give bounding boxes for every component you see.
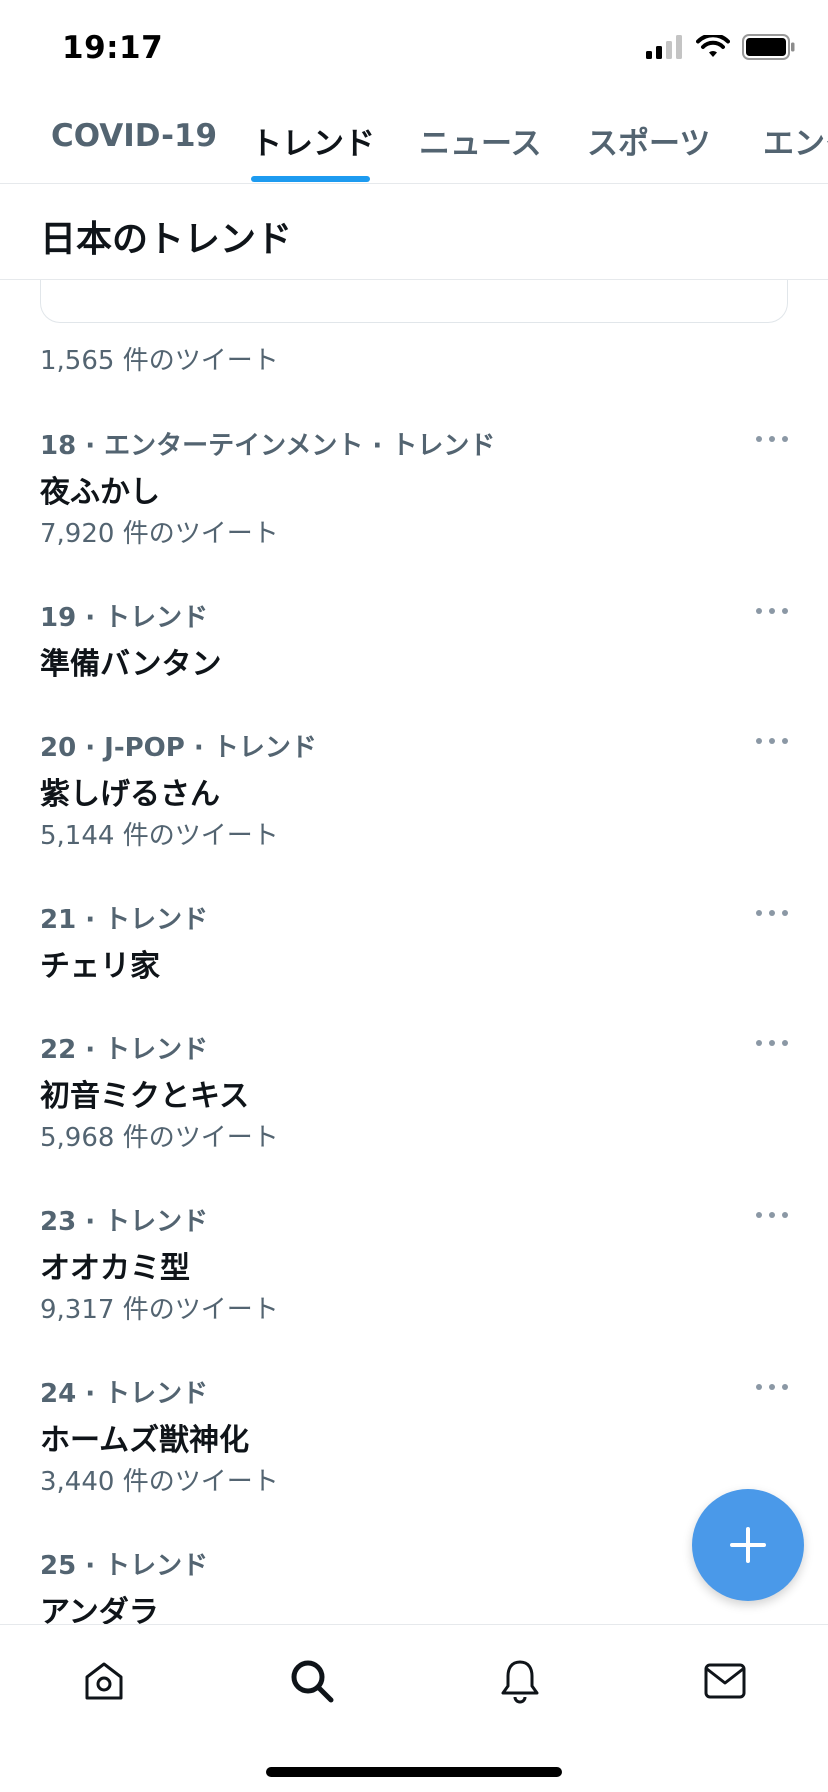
battery-icon [742, 34, 795, 60]
nav-messages[interactable] [695, 1651, 755, 1711]
status-time: 19:17 [62, 30, 164, 66]
more-options-icon[interactable] [756, 1033, 788, 1053]
trend-tweet-count: 9,317 件のツイート [40, 1295, 279, 1325]
trend-name: 初音ミクとキス [40, 1079, 250, 1114]
trend-meta: 21 · トレンド [40, 905, 209, 935]
status-icons [646, 34, 796, 60]
tab-news[interactable]: ニュース [419, 118, 541, 163]
bottom-navigation [0, 1624, 828, 1792]
trend-name: オオカミ型 [40, 1251, 190, 1286]
trend-meta: 22 · トレンド [40, 1035, 209, 1065]
trend-tweet-count: 5,968 件のツイート [40, 1123, 279, 1153]
trend-meta: 23 · トレンド [40, 1207, 209, 1237]
section-header: 日本のトレンド [0, 184, 828, 280]
trend-name: 夜ふかし [40, 475, 160, 510]
trend-list[interactable]: 1,565 件のツイート 18 · エンターテインメント · トレンド 夜ふかし… [0, 280, 828, 1624]
home-indicator [266, 1767, 562, 1777]
trend-tweet-count: 5,144 件のツイート [40, 821, 279, 851]
trend-tweet-count: 1,565 件のツイート [40, 346, 279, 376]
trend-tweet-count: 7,920 件のツイート [40, 519, 279, 549]
home-icon [85, 1662, 123, 1700]
trend-meta: 19 · トレンド [40, 603, 209, 633]
trend-name: 準備バンタン [40, 647, 222, 682]
nav-search[interactable] [282, 1651, 342, 1711]
more-options-icon[interactable] [756, 1205, 788, 1225]
trend-name: 紫しげるさん [40, 777, 220, 812]
explore-tabs: COVID-19 トレンド ニュース スポーツ エンタ [0, 96, 828, 184]
tab-sports[interactable]: スポーツ [587, 118, 710, 163]
tab-covid19[interactable]: COVID-19 [51, 118, 217, 154]
search-icon [291, 1660, 334, 1703]
trend-meta: 25 · トレンド [40, 1551, 209, 1581]
wifi-icon [696, 35, 730, 57]
trend-tweet-count: 3,440 件のツイート [40, 1467, 279, 1497]
trend-name: アンダラ [40, 1595, 159, 1624]
more-options-icon[interactable] [756, 903, 788, 923]
status-bar: 19:17 [0, 0, 828, 96]
section-title: 日本のトレンド [40, 219, 293, 260]
compose-tweet-button[interactable] [692, 1489, 804, 1601]
trend-name: ホームズ獣神化 [40, 1423, 250, 1458]
news-card[interactable] [40, 280, 788, 323]
nav-notifications[interactable] [490, 1651, 550, 1711]
nav-home[interactable] [74, 1651, 134, 1711]
more-options-icon[interactable] [756, 1377, 788, 1397]
mail-icon [704, 1663, 746, 1699]
trend-name: チェリ家 [40, 949, 160, 984]
cellular-signal-icon [646, 35, 682, 59]
active-tab-indicator [251, 176, 370, 182]
trend-meta: 18 · エンターテインメント · トレンド [40, 431, 496, 461]
plus-icon [730, 1527, 766, 1563]
tab-entertainment[interactable]: エンタ [763, 118, 828, 163]
more-options-icon[interactable] [756, 731, 788, 751]
trend-meta: 20 · J-POP · トレンド [40, 733, 317, 763]
trend-meta: 24 · トレンド [40, 1379, 209, 1409]
bell-icon [501, 1660, 539, 1704]
tab-trends[interactable]: トレンド [251, 118, 375, 163]
more-options-icon[interactable] [756, 429, 788, 449]
more-options-icon[interactable] [756, 601, 788, 621]
